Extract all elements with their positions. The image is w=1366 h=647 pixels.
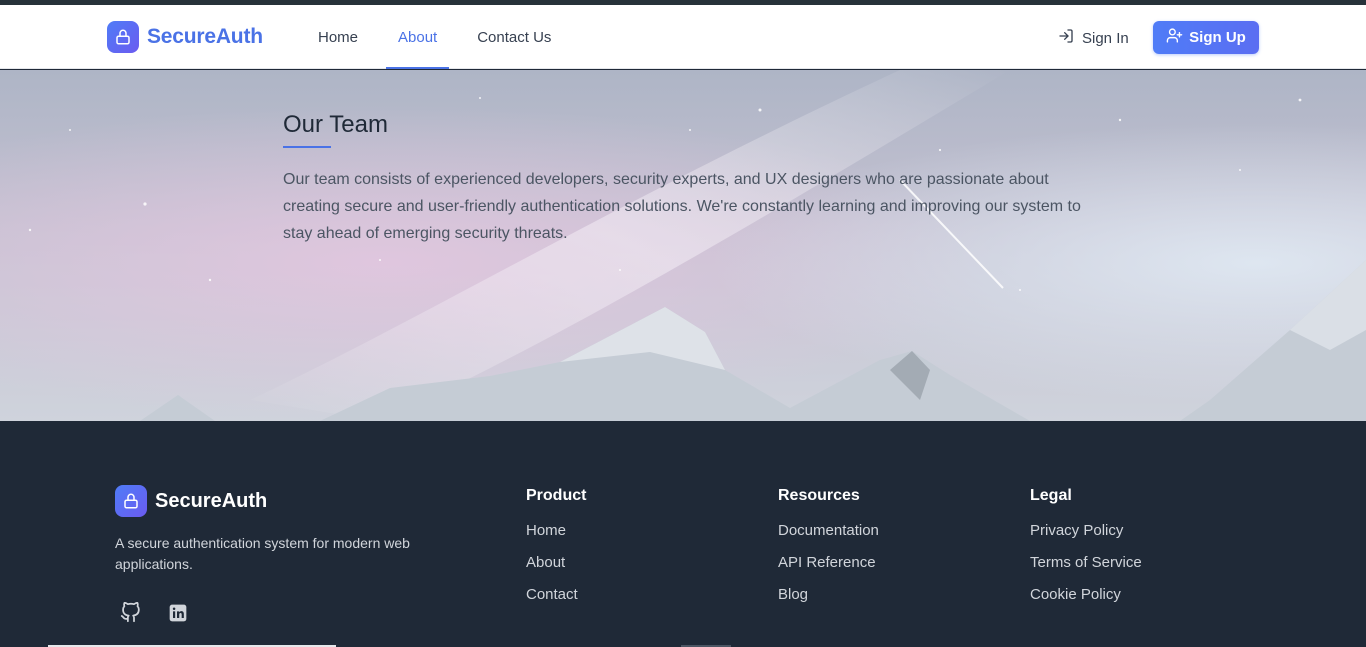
sign-in-label: Sign In <box>1082 29 1129 47</box>
lock-icon <box>107 21 139 53</box>
sign-up-button[interactable]: Sign Up <box>1153 21 1259 54</box>
footer-link-documentation[interactable]: Documentation <box>778 522 879 539</box>
site-header: SecureAuth Home About Contact Us Sign In… <box>0 5 1366 69</box>
site-footer: SecureAuth A secure authentication syste… <box>0 421 1366 647</box>
footer-column-product: Product Home About Contact <box>526 486 586 618</box>
brand-name: SecureAuth <box>147 25 263 48</box>
nav-about-link[interactable]: About <box>386 5 450 69</box>
team-section: Our Team Our team consists of experience… <box>0 70 1366 421</box>
footer-link-contact[interactable]: Contact <box>526 586 578 603</box>
lock-icon <box>115 485 147 517</box>
main-nav: Home About Contact Us <box>306 5 579 69</box>
github-link[interactable] <box>119 601 141 628</box>
footer-link-about[interactable]: About <box>526 554 565 571</box>
footer-link-list: Documentation API Reference Blog <box>778 522 879 618</box>
footer-link-privacy-policy[interactable]: Privacy Policy <box>1030 522 1123 539</box>
user-plus-icon <box>1166 27 1183 48</box>
sign-in-button[interactable]: Sign In <box>1052 25 1135 51</box>
footer-brand: SecureAuth <box>115 485 267 517</box>
title-underline <box>283 146 331 148</box>
linkedin-icon <box>168 603 188 628</box>
footer-link-cookie-policy[interactable]: Cookie Policy <box>1030 586 1121 603</box>
nav-home-link[interactable]: Home <box>306 5 370 69</box>
footer-description: A secure authentication system for moder… <box>115 535 410 572</box>
footer-link-terms-of-service[interactable]: Terms of Service <box>1030 554 1142 571</box>
team-content: Our Team Our team consists of experience… <box>283 110 1103 247</box>
footer-link-blog[interactable]: Blog <box>778 586 808 603</box>
sign-in-icon <box>1058 28 1074 48</box>
linkedin-link[interactable] <box>167 604 189 626</box>
nav-contact-link[interactable]: Contact Us <box>465 5 563 69</box>
footer-column-title: Legal <box>1030 487 1072 504</box>
footer-column-resources: Resources Documentation API Reference Bl… <box>778 486 879 618</box>
footer-brand-name: SecureAuth <box>155 489 268 512</box>
footer-link-list: Home About Contact <box>526 522 586 618</box>
sign-up-label: Sign Up <box>1189 29 1246 46</box>
social-links <box>119 601 189 628</box>
footer-column-title: Resources <box>778 487 860 504</box>
footer-link-list: Privacy Policy Terms of Service Cookie P… <box>1030 522 1142 618</box>
footer-column-title: Product <box>526 487 587 504</box>
footer-link-api-reference[interactable]: API Reference <box>778 554 876 571</box>
team-description: Our team consists of experienced develop… <box>283 171 1081 242</box>
github-icon <box>120 601 141 628</box>
brand-logo-link[interactable]: SecureAuth <box>107 21 263 53</box>
footer-column-legal: Legal Privacy Policy Terms of Service Co… <box>1030 486 1142 618</box>
footer-link-home[interactable]: Home <box>526 522 566 539</box>
section-title: Our Team <box>283 111 388 138</box>
